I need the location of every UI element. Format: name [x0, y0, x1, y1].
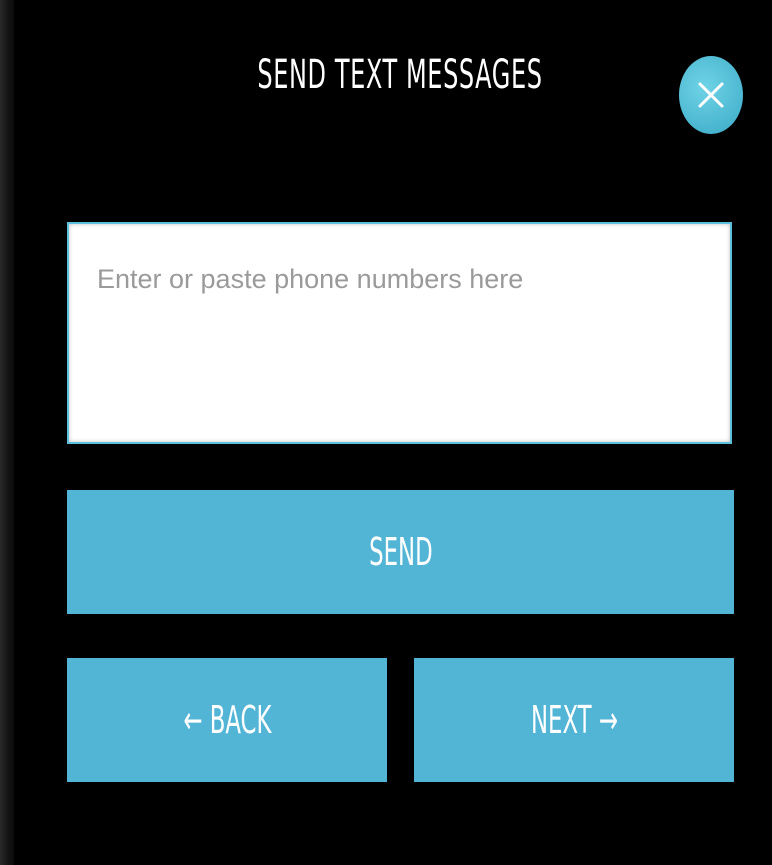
back-button-label: ← BACK: [182, 698, 272, 742]
send-button[interactable]: SEND: [67, 490, 734, 614]
next-button[interactable]: NEXT →: [414, 658, 734, 782]
dialog-title: SEND TEXT MESSAGES: [257, 52, 543, 98]
send-text-messages-dialog: SEND TEXT MESSAGES SEND ← BACK NEXT →: [14, 0, 772, 865]
close-button[interactable]: [679, 56, 743, 134]
back-button[interactable]: ← BACK: [67, 658, 387, 782]
phone-numbers-input[interactable]: [67, 222, 732, 444]
close-x-icon: [698, 82, 724, 108]
next-button-label: NEXT →: [530, 698, 618, 742]
send-button-label: SEND: [368, 530, 433, 574]
